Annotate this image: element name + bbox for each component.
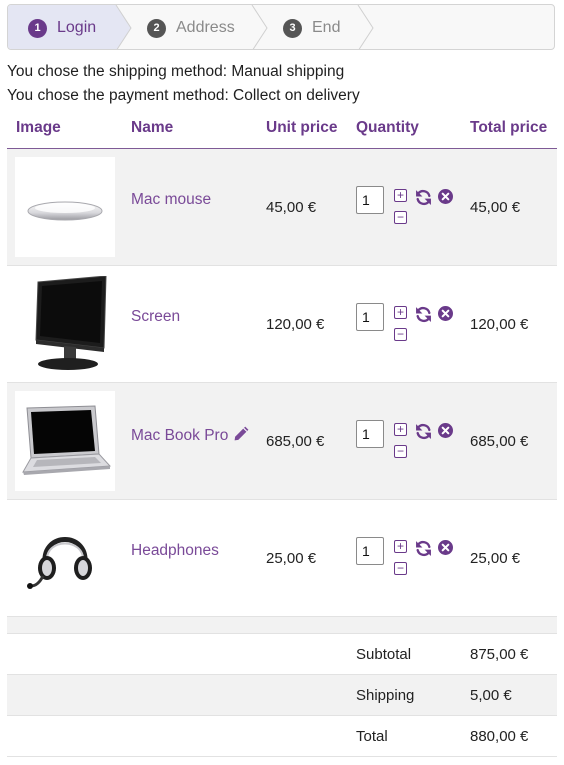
quantity-input[interactable]: 1 — [356, 186, 384, 214]
refresh-icon[interactable] — [415, 423, 432, 440]
quantity-input[interactable]: 1 — [356, 537, 384, 565]
unit-price: 45,00 € — [266, 199, 317, 216]
product-name-link[interactable]: Mac Book Pro — [131, 425, 250, 445]
total-price: 25,00 € — [470, 550, 521, 567]
step-number: 3 — [283, 18, 302, 38]
column-header-total-price: Total price — [470, 119, 548, 136]
subtotal-row: Subtotal 875,00 € — [7, 634, 557, 675]
remove-icon[interactable] — [438, 540, 453, 555]
column-header-name: Name — [131, 119, 174, 136]
subtotal-value: 875,00 € — [470, 646, 529, 663]
refresh-icon[interactable] — [415, 306, 432, 323]
pencil-icon[interactable] — [233, 425, 250, 442]
payment-method-text: You chose the payment method: Collect on… — [7, 87, 360, 104]
total-label: Total — [356, 728, 388, 745]
total-price: 45,00 € — [470, 199, 521, 216]
quantity-input[interactable]: 1 — [356, 420, 384, 448]
plus-icon[interactable]: + — [394, 306, 407, 319]
product-name: Mac Book Pro — [131, 427, 229, 444]
product-name-link[interactable]: Screen — [131, 308, 180, 326]
refresh-icon[interactable] — [415, 540, 432, 557]
step-label: End — [312, 19, 341, 36]
step-label: Address — [176, 19, 235, 36]
column-header-quantity: Quantity — [356, 119, 419, 136]
remove-icon[interactable] — [438, 189, 453, 204]
total-value: 880,00 € — [470, 728, 529, 745]
shipping-method-text: You chose the shipping method: Manual sh… — [7, 63, 345, 80]
step-address[interactable]: 2 Address — [147, 5, 235, 49]
mouse-image — [15, 157, 115, 257]
table-row: Headphones 25,00 € 1 + − 25,00 € — [7, 500, 557, 617]
minus-icon[interactable]: − — [394, 211, 407, 224]
laptop-image — [15, 391, 115, 491]
step-login[interactable]: 1 Login — [28, 5, 97, 49]
checkout-steps: 1 Login 2 Address 3 End — [7, 4, 555, 50]
product-name-link[interactable]: Headphones — [131, 542, 219, 560]
shipping-row: Shipping 5,00 € — [7, 675, 557, 716]
table-row: Mac Book Pro 685,00 € 1 + − 685,00 € — [7, 383, 557, 500]
spacer-row — [7, 617, 557, 634]
subtotal-label: Subtotal — [356, 646, 412, 663]
monitor-image — [15, 274, 115, 374]
total-price: 120,00 € — [470, 316, 529, 333]
step-number: 2 — [147, 18, 166, 38]
plus-icon[interactable]: + — [394, 423, 407, 436]
plus-icon[interactable]: + — [394, 540, 407, 553]
product-name-link[interactable]: Mac mouse — [131, 191, 211, 209]
total-price: 685,00 € — [470, 433, 529, 450]
unit-price: 25,00 € — [266, 550, 317, 567]
shipping-value: 5,00 € — [470, 687, 512, 704]
unit-price: 120,00 € — [266, 316, 325, 333]
refresh-icon[interactable] — [415, 189, 432, 206]
quantity-input[interactable]: 1 — [356, 303, 384, 331]
table-row: Screen 120,00 € 1 + − 120,00 € — [7, 266, 557, 383]
headphones-image — [15, 508, 115, 608]
minus-icon[interactable]: − — [394, 445, 407, 458]
step-number: 1 — [28, 18, 47, 38]
total-row: Total 880,00 € — [7, 716, 557, 757]
column-header-unit-price: Unit price — [266, 119, 338, 136]
minus-icon[interactable]: − — [394, 328, 407, 341]
column-header-image: Image — [16, 119, 61, 136]
shipping-label: Shipping — [356, 687, 415, 704]
unit-price: 685,00 € — [266, 433, 325, 450]
step-end[interactable]: 3 End — [283, 5, 341, 49]
table-row: Mac mouse 45,00 € 1 + − 45,00 € — [7, 149, 557, 266]
step-label: Login — [57, 19, 97, 36]
remove-icon[interactable] — [438, 306, 453, 321]
remove-icon[interactable] — [438, 423, 453, 438]
plus-icon[interactable]: + — [394, 189, 407, 202]
minus-icon[interactable]: − — [394, 562, 407, 575]
